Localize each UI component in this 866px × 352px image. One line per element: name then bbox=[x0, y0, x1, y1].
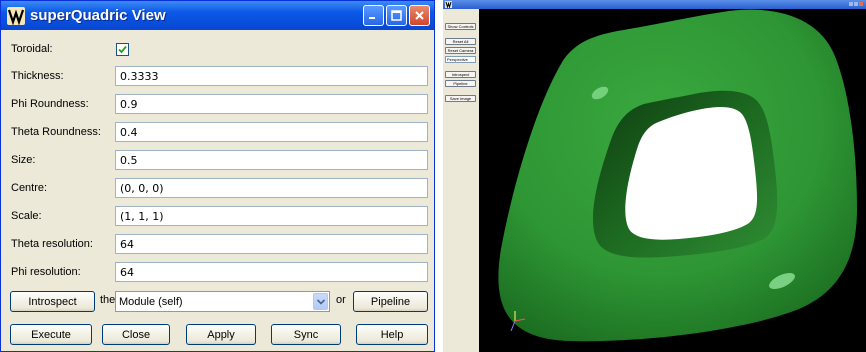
theta-resolution-row: Theta resolution: 64 bbox=[8, 232, 428, 256]
or-label: or bbox=[336, 294, 346, 306]
show-controls-button[interactable]: Show Controls bbox=[445, 23, 476, 30]
thickness-label: Thickness: bbox=[11, 70, 64, 82]
toroidal-row: Toroidal: bbox=[8, 37, 428, 61]
theta-roundness-input[interactable]: 0.4 bbox=[115, 122, 428, 142]
pipeline-view-button[interactable]: Pipeline bbox=[445, 80, 476, 87]
scale-label: Scale: bbox=[11, 210, 42, 222]
minimize-icon bbox=[369, 17, 375, 19]
render-view-window: Show Controls Reset All Reset Camera Per… bbox=[443, 0, 866, 352]
checkmark-icon bbox=[118, 45, 127, 53]
action-buttons: Execute Close Apply Sync Help bbox=[8, 323, 428, 347]
size-input[interactable]: 0.5 bbox=[115, 150, 428, 170]
close-button[interactable]: Close bbox=[102, 324, 170, 345]
phi-roundness-input[interactable]: 0.9 bbox=[115, 94, 428, 114]
maximize-icon bbox=[391, 10, 402, 21]
superquadric-dialog: superQuadric View Toroidal: Thickness: 0… bbox=[0, 0, 435, 352]
phi-resolution-input[interactable]: 64 bbox=[115, 262, 428, 282]
app-icon bbox=[7, 6, 25, 25]
app-icon bbox=[445, 1, 452, 8]
execute-button[interactable]: Execute bbox=[10, 324, 92, 345]
chevron-down-icon[interactable] bbox=[313, 293, 328, 310]
introspect-target-value: Module (self) bbox=[119, 295, 183, 308]
projection-value: Perspective bbox=[447, 57, 468, 62]
theta-roundness-row: Theta Roundness: 0.4 bbox=[8, 120, 428, 144]
maximize-button[interactable] bbox=[386, 5, 407, 26]
phi-roundness-row: Phi Roundness: 0.9 bbox=[8, 92, 428, 116]
introspect-button[interactable]: Introspect bbox=[10, 291, 95, 312]
phi-resolution-label: Phi resolution: bbox=[11, 266, 81, 278]
close-window-button[interactable] bbox=[409, 5, 430, 26]
thickness-row: Thickness: 0.3333 bbox=[8, 64, 428, 88]
theta-roundness-label: Theta Roundness: bbox=[11, 126, 101, 138]
title-bar[interactable]: superQuadric View bbox=[1, 1, 434, 30]
centre-row: Centre: (0, 0, 0) bbox=[8, 176, 428, 200]
introspect-row: Introspect the Module (self) or Pipeline bbox=[8, 290, 428, 314]
reset-all-button[interactable]: Reset All bbox=[445, 38, 476, 45]
window-title: superQuadric View bbox=[30, 7, 166, 24]
apply-button[interactable]: Apply bbox=[186, 324, 256, 345]
the-label: the bbox=[100, 294, 116, 306]
theta-resolution-input[interactable]: 64 bbox=[115, 234, 428, 254]
sync-button[interactable]: Sync bbox=[271, 324, 341, 345]
toroidal-checkbox[interactable] bbox=[116, 42, 129, 56]
size-row: Size: 0.5 bbox=[8, 148, 428, 172]
introspect-view-button[interactable]: Introspect bbox=[445, 71, 476, 78]
phi-roundness-label: Phi Roundness: bbox=[11, 98, 89, 110]
centre-input[interactable]: (0, 0, 0) bbox=[115, 178, 428, 198]
render-viewport[interactable] bbox=[479, 9, 866, 352]
window-controls-icon[interactable] bbox=[849, 2, 863, 7]
scale-row: Scale: (1, 1, 1) bbox=[8, 204, 428, 228]
help-button[interactable]: Help bbox=[356, 324, 428, 345]
centre-label: Centre: bbox=[11, 182, 48, 194]
projection-select[interactable]: Perspective bbox=[445, 56, 476, 63]
save-image-button[interactable]: Save Image bbox=[445, 95, 476, 102]
close-icon bbox=[415, 11, 424, 20]
scale-input[interactable]: (1, 1, 1) bbox=[115, 206, 428, 226]
phi-resolution-row: Phi resolution: 64 bbox=[8, 260, 428, 284]
superquadric-torus bbox=[498, 9, 857, 342]
size-label: Size: bbox=[11, 154, 36, 166]
pipeline-button[interactable]: Pipeline bbox=[353, 291, 428, 312]
introspect-target-select[interactable]: Module (self) bbox=[115, 291, 330, 312]
reset-camera-button[interactable]: Reset Camera bbox=[445, 47, 476, 54]
thickness-input[interactable]: 0.3333 bbox=[115, 66, 428, 86]
render-view-title-bar[interactable] bbox=[443, 0, 866, 9]
theta-resolution-label: Theta resolution: bbox=[11, 238, 93, 250]
render-controls-panel: Show Controls Reset All Reset Camera Per… bbox=[443, 9, 479, 352]
minimize-button[interactable] bbox=[363, 5, 384, 26]
toroidal-label: Toroidal: bbox=[11, 43, 53, 55]
